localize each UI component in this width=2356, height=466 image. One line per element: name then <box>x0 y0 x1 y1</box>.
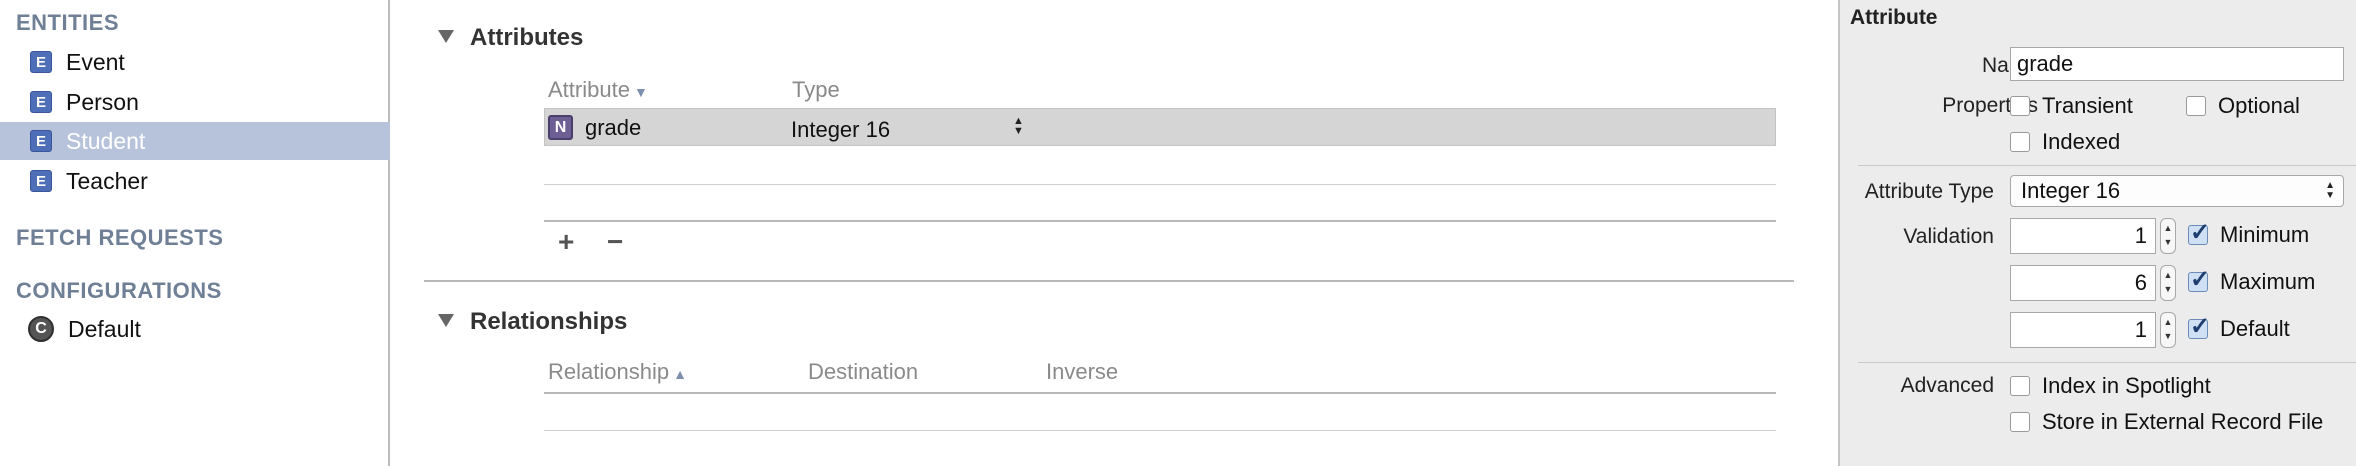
table-bottom-border <box>544 220 1776 222</box>
add-attribute-button[interactable]: + <box>558 226 574 258</box>
fetch-requests-header: FETCH REQUESTS <box>16 225 224 250</box>
store-external-record-label: Store in External Record File <box>2042 409 2324 434</box>
sidebar-item-label: Teacher <box>66 167 148 194</box>
relationships-section-title: Relationships <box>470 308 628 335</box>
minimum-stepper[interactable]: ▲ ▼ <box>2160 218 2176 254</box>
checkmark-icon: ✓ <box>2190 266 2211 293</box>
sort-descending-icon: ▼ <box>633 84 648 100</box>
transient-label: Transient <box>2042 93 2133 118</box>
sidebar-item-student[interactable]: E Student <box>0 122 390 160</box>
index-in-spotlight-checkbox[interactable] <box>2010 376 2030 396</box>
sidebar-item-person[interactable]: E Person <box>0 83 390 121</box>
checkmark-icon: ✓ <box>2190 313 2211 340</box>
maximum-stepper[interactable]: ▲ ▼ <box>2160 265 2176 301</box>
remove-attribute-button[interactable]: − <box>607 226 623 258</box>
sidebar-item-event[interactable]: E Event <box>0 43 390 81</box>
entities-header: ENTITIES <box>16 10 120 35</box>
inspector-title: Attribute <box>1850 6 1938 29</box>
sort-ascending-icon: ▲ <box>673 366 687 382</box>
checkmark-icon: ✓ <box>2190 219 2211 246</box>
optional-checkbox[interactable] <box>2186 96 2206 116</box>
indexed-checkbox[interactable] <box>2010 132 2030 152</box>
type-popup-arrows-icon[interactable]: ▲ ▼ <box>1013 116 1024 137</box>
name-field[interactable]: grade <box>2010 47 2344 81</box>
maximum-value-field[interactable]: 6 <box>2010 265 2156 301</box>
numeric-attribute-icon: N <box>548 115 573 140</box>
store-external-record-checkbox[interactable] <box>2010 412 2030 432</box>
relationship-column-label: Relationship <box>548 359 670 384</box>
default-checkbox[interactable]: ✓ <box>2188 313 2210 340</box>
entity-badge-icon: E <box>30 130 52 152</box>
attribute-name-cell[interactable]: grade <box>585 115 641 141</box>
attribute-type-label: Attribute Type <box>1864 180 1994 203</box>
inspector-divider <box>1858 362 2356 363</box>
entity-badge-icon: E <box>30 91 52 113</box>
transient-checkbox[interactable] <box>2010 96 2030 116</box>
validation-label: Validation <box>1903 225 1994 248</box>
attribute-column-label: Attribute <box>548 77 630 102</box>
attribute-type-popup[interactable]: Integer 16 ▲ ▼ <box>2010 175 2344 207</box>
popup-arrows-icon: ▲ ▼ <box>2325 180 2335 201</box>
inverse-column-header[interactable]: Inverse <box>1046 359 1118 385</box>
entity-editor: Attributes Attribute ▼ Type N grade Integ… <box>390 0 1838 466</box>
default-label: Default <box>2220 316 2290 341</box>
table-row-divider <box>544 430 1776 431</box>
disclosure-triangle-icon[interactable] <box>438 314 454 327</box>
attributes-section-title: Attributes <box>470 24 584 51</box>
index-in-spotlight-label: Index in Spotlight <box>2042 373 2211 398</box>
attribute-inspector: Attribute Name grade Properties Transien… <box>1838 0 2356 466</box>
maximum-checkbox[interactable]: ✓ <box>2188 266 2210 293</box>
minimum-value-field[interactable]: 1 <box>2010 218 2156 254</box>
indexed-label: Indexed <box>2042 129 2121 154</box>
inspector-divider <box>1858 165 2356 166</box>
optional-label: Optional <box>2218 93 2300 118</box>
sidebar-item-label: Event <box>66 48 125 75</box>
default-value-field[interactable]: 1 <box>2010 312 2156 348</box>
minimum-label: Minimum <box>2220 222 2310 247</box>
default-stepper[interactable]: ▲ ▼ <box>2160 312 2176 348</box>
advanced-label: Advanced <box>1900 374 1994 397</box>
sidebar-item-default-configuration[interactable]: C Default <box>0 310 390 348</box>
table-row-divider <box>544 184 1776 185</box>
type-column-header[interactable]: Type <box>792 77 840 103</box>
configurations-header: CONFIGURATIONS <box>16 278 222 303</box>
table-row[interactable]: N grade Integer 16 ▲ ▼ <box>544 108 1776 146</box>
minimum-checkbox[interactable]: ✓ <box>2188 219 2210 246</box>
attribute-column-header[interactable]: Attribute ▼ <box>548 77 648 103</box>
disclosure-triangle-icon[interactable] <box>438 30 454 43</box>
relationships-header-border <box>544 392 1776 394</box>
entity-sidebar: ENTITIES E Event E Person E Student E Te… <box>0 0 390 466</box>
sidebar-item-label: Person <box>66 88 139 115</box>
entity-badge-icon: E <box>30 170 52 192</box>
sidebar-item-teacher[interactable]: E Teacher <box>0 162 390 200</box>
destination-column-header[interactable]: Destination <box>808 359 918 385</box>
attribute-type-value: Integer 16 <box>2021 178 2121 203</box>
attribute-type-cell[interactable]: Integer 16 <box>791 117 890 143</box>
relationship-column-header[interactable]: Relationship ▲ <box>548 359 687 385</box>
entity-badge-icon: E <box>30 51 52 73</box>
sidebar-item-label: Student <box>66 127 146 154</box>
section-divider <box>424 280 1794 282</box>
configuration-badge-icon: C <box>28 316 54 342</box>
sidebar-item-label: Default <box>68 315 141 342</box>
maximum-label: Maximum <box>2220 269 2316 294</box>
